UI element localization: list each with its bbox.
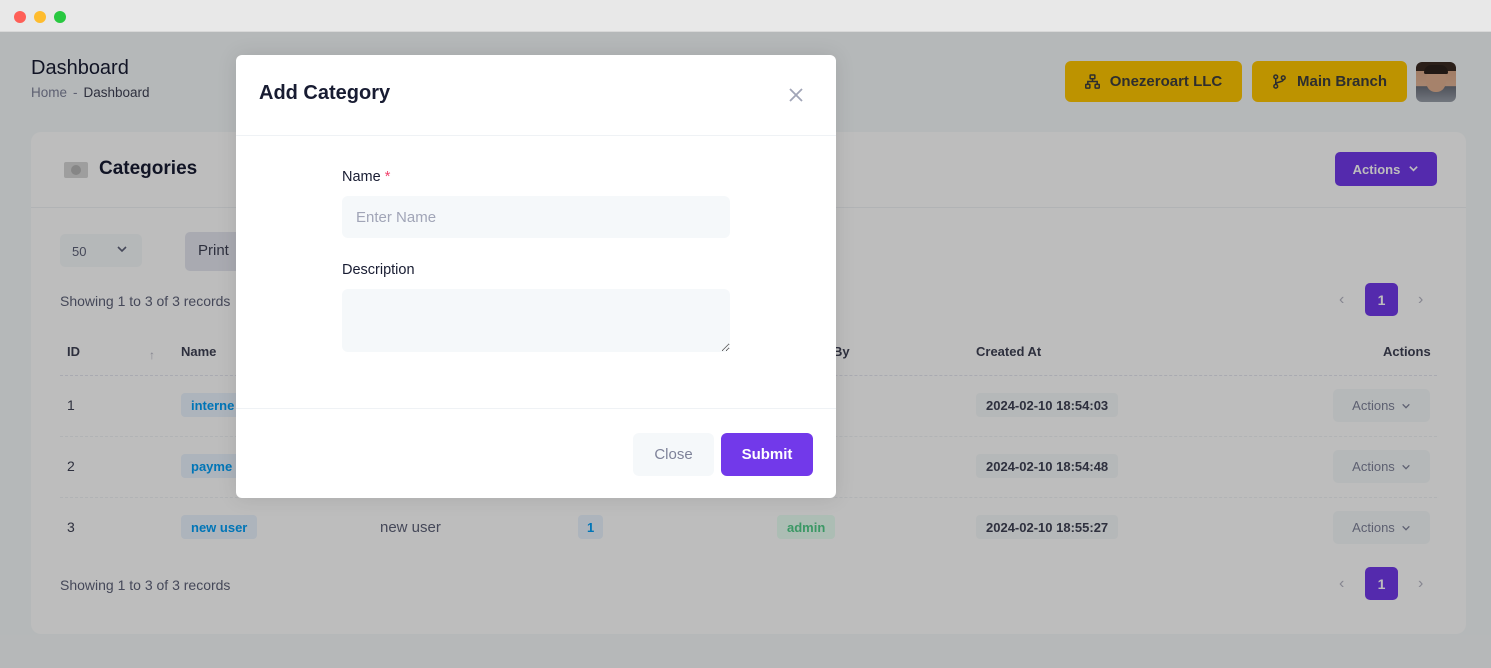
name-label-text: Name xyxy=(342,169,381,185)
window-titlebar xyxy=(0,0,1491,32)
modal-header: Add Category xyxy=(236,55,836,136)
window-minimize-dot[interactable] xyxy=(34,11,46,23)
description-label: Description xyxy=(342,262,415,278)
description-textarea[interactable] xyxy=(342,289,730,352)
close-button[interactable]: Close xyxy=(633,433,714,476)
close-icon[interactable] xyxy=(786,85,806,105)
add-category-modal: Add Category Name* Description Close Sub… xyxy=(236,55,836,498)
window-close-dot[interactable] xyxy=(14,11,26,23)
name-label: Name * xyxy=(342,169,390,185)
name-input[interactable] xyxy=(342,196,730,238)
modal-title: Add Category xyxy=(259,82,391,104)
required-mark: * xyxy=(384,169,391,185)
window-maximize-dot[interactable] xyxy=(54,11,66,23)
modal-footer: Close Submit xyxy=(236,408,836,498)
submit-button[interactable]: Submit xyxy=(721,433,813,476)
